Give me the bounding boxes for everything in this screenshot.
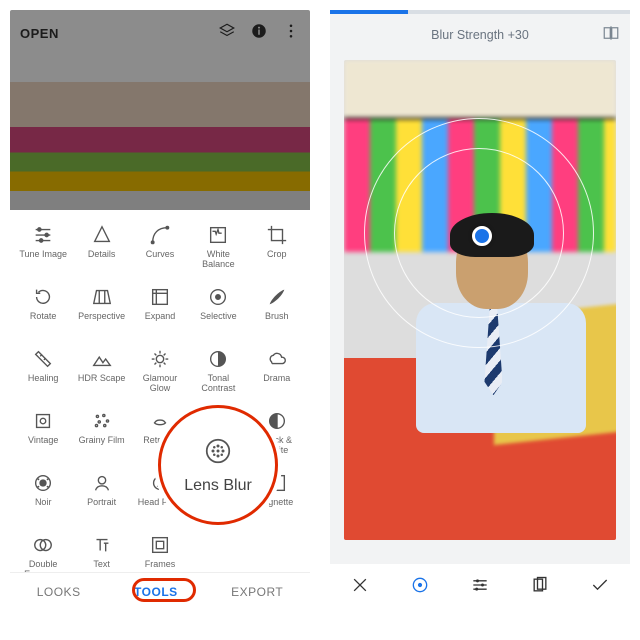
- tool-label: White Balance: [202, 249, 235, 270]
- tool-label: Frames: [145, 559, 176, 569]
- left-top-area: OPEN: [10, 10, 310, 210]
- tool-label: Selective: [200, 311, 237, 321]
- tool-label: Brush: [265, 311, 289, 321]
- tool-label: Rotate: [30, 311, 57, 321]
- tool-selective[interactable]: Selective: [189, 286, 247, 342]
- tool-healing[interactable]: Healing: [14, 348, 72, 404]
- tool-label: Tonal Contrast: [201, 373, 235, 394]
- tool-perspective[interactable]: Perspective: [72, 286, 130, 342]
- tool-label: HDR Scape: [78, 373, 126, 383]
- tool-details[interactable]: Details: [72, 224, 130, 280]
- tool-label: Crop: [267, 249, 287, 259]
- tool-rotate[interactable]: Rotate: [14, 286, 72, 342]
- bottom-bar: LOOKS TOOLS EXPORT: [10, 572, 310, 610]
- tool-label: Tune Image: [19, 249, 67, 259]
- lens-blur-icon: [203, 436, 233, 471]
- tool-brush[interactable]: Brush: [248, 286, 306, 342]
- tools-panel: Tune Image Details Curves White Balance …: [10, 210, 310, 570]
- blur-shape-button[interactable]: [410, 575, 430, 600]
- tool-portrait[interactable]: Portrait: [72, 472, 130, 528]
- tool-hdr-scape[interactable]: HDR Scape: [72, 348, 130, 404]
- tool-label: Vintage: [28, 435, 58, 445]
- apply-button[interactable]: [590, 575, 610, 600]
- lens-blur-callout: Lens Blur: [158, 405, 278, 525]
- tool-label: Expand: [145, 311, 176, 321]
- stage: OPEN Tune Image Details Curves White Bal…: [0, 0, 640, 640]
- edit-title: Blur Strength +30: [330, 28, 630, 42]
- tool-expand[interactable]: Expand: [131, 286, 189, 342]
- tool-label: Curves: [146, 249, 175, 259]
- lens-blur-callout-label: Lens Blur: [184, 477, 252, 495]
- phone-left: OPEN Tune Image Details Curves White Bal…: [10, 10, 310, 610]
- tab-tools[interactable]: TOOLS: [134, 585, 178, 599]
- photo-canvas[interactable]: [344, 60, 616, 540]
- tool-label: Drama: [263, 373, 290, 383]
- cancel-button[interactable]: [350, 575, 370, 600]
- tool-label: Portrait: [87, 497, 116, 507]
- tool-label: Glamour Glow: [143, 373, 178, 394]
- tool-grainy-film[interactable]: Grainy Film: [72, 410, 130, 466]
- tool-white-balance[interactable]: White Balance: [189, 224, 247, 280]
- tool-grid: Tune Image Details Curves White Balance …: [14, 224, 306, 590]
- tab-looks[interactable]: LOOKS: [37, 585, 81, 599]
- adjust-button[interactable]: [470, 575, 490, 600]
- tool-drama[interactable]: Drama: [248, 348, 306, 404]
- tool-crop[interactable]: Crop: [248, 224, 306, 280]
- styles-button[interactable]: [530, 575, 550, 600]
- phone-right: Blur Strength +30: [330, 10, 630, 610]
- compare-icon[interactable]: [602, 24, 620, 47]
- tool-glamour-glow[interactable]: Glamour Glow: [131, 348, 189, 404]
- tab-export[interactable]: EXPORT: [231, 585, 283, 599]
- tool-label: Grainy Film: [79, 435, 125, 445]
- tool-label: Perspective: [78, 311, 125, 321]
- tool-curves[interactable]: Curves: [131, 224, 189, 280]
- tool-vintage[interactable]: Vintage: [14, 410, 72, 466]
- tool-label: Healing: [28, 373, 59, 383]
- progress-bar[interactable]: [330, 10, 630, 14]
- tool-label: Details: [88, 249, 116, 259]
- tool-noir[interactable]: Noir: [14, 472, 72, 528]
- focus-center-handle[interactable]: [472, 226, 492, 246]
- tool-label: Noir: [35, 497, 52, 507]
- tool-tonal-contrast[interactable]: Tonal Contrast: [189, 348, 247, 404]
- tool-tune-image[interactable]: Tune Image: [14, 224, 72, 280]
- tool-label: Text: [93, 559, 110, 569]
- edit-bottom-bar: [330, 564, 630, 610]
- dim-overlay: [10, 10, 310, 210]
